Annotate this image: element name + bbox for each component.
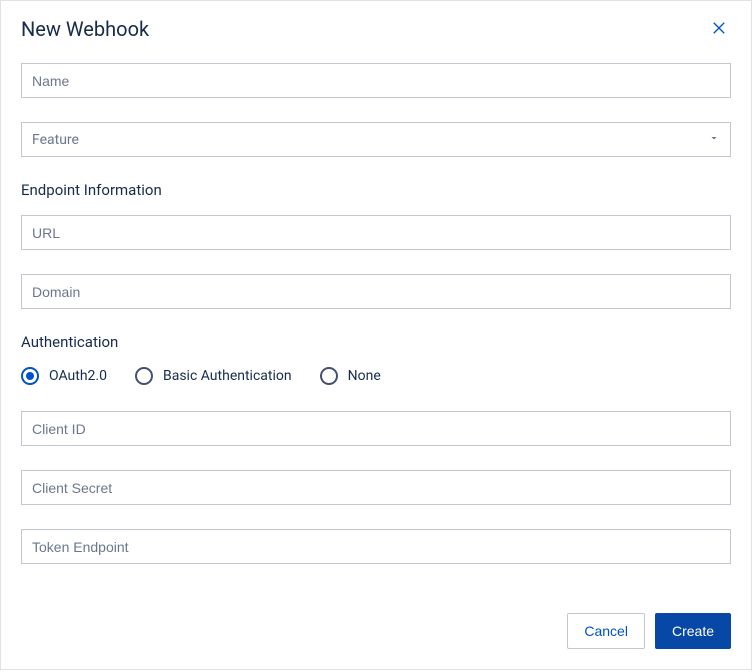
radio-basic-label: Basic Authentication <box>163 368 292 384</box>
radio-basic[interactable]: Basic Authentication <box>135 367 292 385</box>
name-input[interactable] <box>21 63 731 98</box>
radio-icon <box>21 367 39 385</box>
client-secret-input[interactable] <box>21 470 731 505</box>
radio-none-label: None <box>348 368 381 384</box>
endpoint-info-heading: Endpoint Information <box>21 181 731 199</box>
auth-radio-group: OAuth2.0 Basic Authentication None <box>21 367 731 385</box>
url-input[interactable] <box>21 215 731 250</box>
domain-input[interactable] <box>21 274 731 309</box>
radio-oauth2-label: OAuth2.0 <box>49 368 107 384</box>
radio-icon <box>320 367 338 385</box>
close-icon <box>710 19 728 40</box>
create-button[interactable]: Create <box>655 613 731 649</box>
token-endpoint-input[interactable] <box>21 529 731 564</box>
authentication-heading: Authentication <box>21 333 731 351</box>
chevron-down-icon <box>708 132 720 148</box>
radio-icon <box>135 367 153 385</box>
feature-select[interactable]: Feature <box>21 122 731 157</box>
dialog-header: New Webhook <box>21 17 731 41</box>
cancel-button[interactable]: Cancel <box>567 613 645 649</box>
close-button[interactable] <box>707 17 731 41</box>
dialog-footer: Cancel Create <box>21 613 731 649</box>
form-body: Feature Endpoint Information Authenticat… <box>21 63 731 613</box>
feature-select-label: Feature <box>32 132 79 148</box>
new-webhook-dialog: New Webhook Feature Endpoint Information <box>0 0 752 670</box>
dialog-title: New Webhook <box>21 17 149 41</box>
radio-oauth2[interactable]: OAuth2.0 <box>21 367 107 385</box>
client-id-input[interactable] <box>21 411 731 446</box>
radio-none[interactable]: None <box>320 367 381 385</box>
